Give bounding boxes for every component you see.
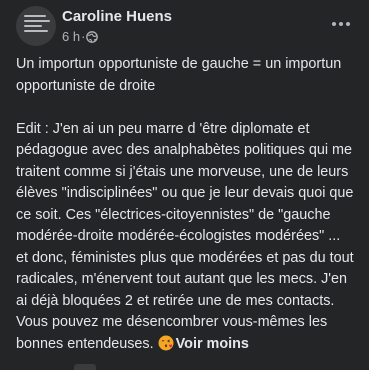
see-less-link[interactable]: Voir moins [176, 336, 249, 352]
post-paragraph-edit: Edit : J'en ai un peu marre d 'être dipl… [16, 119, 356, 356]
post-paragraph-text: Edit : J'en ai un peu marre d 'être dipl… [16, 120, 354, 352]
dot-icon [332, 22, 336, 26]
more-options-button[interactable] [329, 14, 353, 34]
kissing-face-icon [158, 335, 174, 350]
post-meta: 6 h · [62, 29, 99, 44]
avatar[interactable] [16, 6, 56, 46]
post-time[interactable]: 6 h [62, 29, 80, 44]
comment-area-edge [74, 364, 96, 370]
dot-icon [346, 22, 350, 26]
post-body: Un importun opportuniste de gauche = un … [16, 54, 356, 355]
meta-separator: · [81, 29, 86, 44]
globe-icon[interactable] [86, 30, 99, 43]
post-paragraph: Un importun opportuniste de gauche = un … [16, 56, 342, 94]
author-name[interactable]: Caroline Huens [62, 8, 172, 25]
post-card: Caroline Huens 6 h · Un importun opportu… [0, 0, 369, 370]
dot-icon [339, 22, 343, 26]
